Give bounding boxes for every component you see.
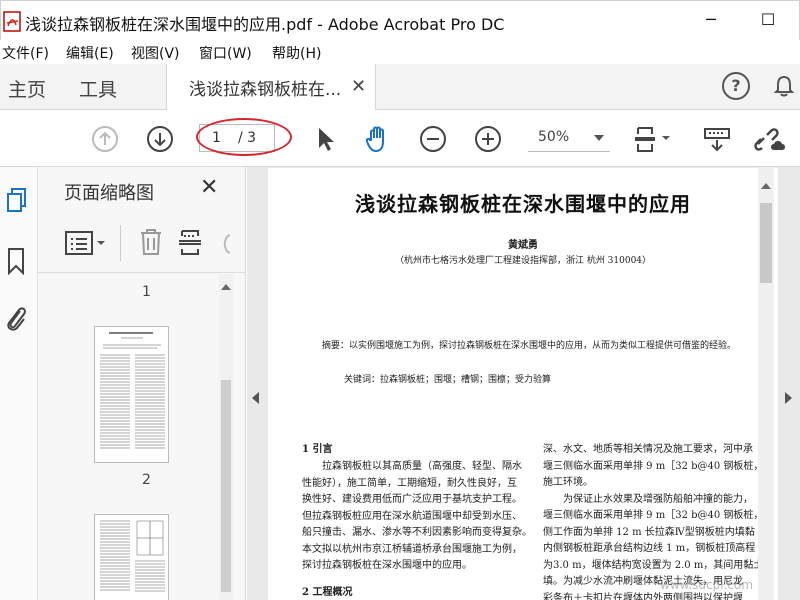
- tab-bar: 主页 工具 ?: [0, 64, 800, 110]
- separator: [120, 225, 121, 261]
- page-thumbnails-icon[interactable]: [5, 187, 29, 215]
- menu-help[interactable]: 帮助(H): [272, 43, 321, 63]
- paper-keywords: 关键词：拉森钢板桩；围堰；槽钢；围檩；受力验算: [344, 375, 552, 385]
- paper-author: 黄斌勇: [508, 240, 538, 251]
- toolbar: [0, 110, 800, 167]
- chevron-down-icon: [594, 135, 604, 141]
- paragraph-line: 性能好），施工简单，工期缩短，耐久性良好，互: [302, 477, 517, 489]
- left-rail: [0, 167, 38, 600]
- zoom-in-icon[interactable]: [473, 124, 503, 154]
- menu-file[interactable]: 文件(F): [2, 43, 49, 63]
- paragraph-line: 为保证止水效果及增强防船舶冲撞的能力，: [563, 493, 753, 505]
- paragraph-line: 探讨拉森钢板桩在深水围堰中的应用。: [302, 560, 472, 571]
- tab-tools[interactable]: 工具: [79, 75, 117, 102]
- thumbnail-label-2: 2: [142, 472, 151, 488]
- page-fit-icon[interactable]: [634, 124, 678, 154]
- paragraph-line: 换性好、建设费用低而广泛应用于基坑支护工程。: [302, 494, 522, 505]
- hand-tool-icon[interactable]: [363, 124, 393, 154]
- right-column: 深、水文、地质等相关情况及施工要求，河中承 堰三侧临水面采用单排 9 m［32 …: [543, 442, 778, 600]
- thumbnail-scrollbar[interactable]: [219, 274, 233, 600]
- paragraph-line: 深、水文、地质等相关情况及施工要求，河中承: [543, 444, 753, 455]
- section-heading-1: 1 引言: [302, 444, 333, 455]
- paragraph-line: 堰三侧临水面采用单排 9 m［32 b@40 钢板桩，: [543, 510, 764, 521]
- document-scrollbar[interactable]: [758, 167, 774, 600]
- panel-title: 页面缩略图: [64, 183, 154, 204]
- menu-edit[interactable]: 编辑(E): [66, 43, 114, 63]
- paragraph-line: 船只撞击、漏水、渗水等不利因素影响而变得复杂。: [302, 527, 532, 538]
- thumbnail-list: 1 2: [38, 274, 238, 600]
- tab-home[interactable]: 主页: [8, 75, 46, 102]
- paragraph-line: 但拉森钢板桩应用在深水航道围堰中却受到水压、: [302, 510, 522, 522]
- link-cloud-icon[interactable]: [752, 124, 788, 154]
- page-thumbnail-1[interactable]: [94, 326, 169, 463]
- zoom-out-icon[interactable]: [418, 124, 448, 154]
- help-icon[interactable]: ?: [722, 72, 750, 100]
- paragraph-line: 内侧钢板桩距承台结构边线 1 m，钢板桩顶高程: [543, 543, 756, 554]
- bell-icon[interactable]: [773, 74, 795, 98]
- maximize-button[interactable]: ☐: [753, 7, 783, 33]
- previous-page-icon[interactable]: [90, 124, 120, 154]
- title-bar: 浅谈拉森钢板桩在深水围堰中的应用.pdf - Adobe Acrobat Pro…: [0, 0, 800, 40]
- next-page-icon[interactable]: [145, 124, 175, 154]
- scroll-thumb[interactable]: [221, 380, 231, 592]
- watermark: www.sdcpl.com: [660, 578, 754, 592]
- tab-document[interactable]: 浅谈拉森钢板桩在... ✕: [166, 64, 376, 111]
- paper-affiliation: （杭州市七格污水处理厂工程建设指挥部，浙江 杭州 310004）: [394, 256, 652, 266]
- select-cursor-icon[interactable]: [310, 124, 340, 154]
- paper-title: 浅谈拉森钢板桩在深水围堰中的应用: [355, 192, 691, 216]
- paragraph-line: 施工环境。: [543, 477, 593, 488]
- paragraph-line: 拉森钢板桩以其高质量（高强度、轻型、隔水: [322, 461, 522, 472]
- thumbnail-panel: 页面缩略图 ✕ 1 2: [38, 167, 246, 600]
- bookmark-icon[interactable]: [6, 247, 26, 276]
- keyboard-input-icon[interactable]: [702, 124, 732, 154]
- scroll-up-icon[interactable]: [221, 284, 231, 290]
- delete-page-icon[interactable]: [138, 227, 164, 257]
- panel-tools: [38, 217, 246, 273]
- menu-window[interactable]: 窗口(W): [199, 43, 252, 63]
- collapse-left-icon[interactable]: [252, 392, 259, 404]
- acrobat-app-icon: [3, 10, 23, 32]
- pdf-page: 浅谈拉森钢板桩在深水围堰中的应用 黄斌勇 （杭州市七格污水处理厂工程建设指挥部，…: [268, 168, 778, 600]
- options-menu-icon[interactable]: [64, 229, 112, 257]
- attachment-icon[interactable]: [4, 303, 28, 333]
- rotate-page-icon[interactable]: [220, 231, 232, 257]
- zoom-value: 50%: [538, 129, 570, 145]
- tab-document-label: 浅谈拉森钢板桩在...: [189, 80, 342, 100]
- expand-right-icon[interactable]: [785, 392, 792, 404]
- menu-view[interactable]: 视图(V): [131, 43, 180, 63]
- section-heading-2: 2 工程概况: [302, 587, 353, 598]
- close-panel-button[interactable]: ✕: [200, 175, 218, 200]
- paper-abstract: 摘要：以实例围堰施工为例，探讨拉森钢板桩在深水围堰中的应用，从而为类似工程提供可…: [322, 341, 737, 351]
- thumbnail-label-1: 1: [142, 284, 151, 300]
- scroll-up-icon[interactable]: [761, 183, 771, 189]
- minimize-button[interactable]: ─: [696, 7, 726, 33]
- left-column: 拉森钢板桩以其高质量（高强度、轻型、隔水 性能好），施工简单，工期缩短，耐久性良…: [302, 459, 536, 575]
- paragraph-line: 本文拟以杭州市京江桥辅道桥承台围堰施工为例，: [302, 543, 522, 555]
- red-annotation-circle: [196, 118, 292, 156]
- paragraph-line: 侧工作面为单排 12 m 长拉森Ⅳ型钢板桩内填黏: [543, 526, 755, 538]
- scroll-thumb[interactable]: [760, 203, 772, 283]
- paragraph-line: 堰三侧临水面采用单排 9 m［32 b@40 钢板桩，: [543, 460, 764, 472]
- zoom-select[interactable]: 50%: [528, 124, 610, 152]
- page-thumbnail-2[interactable]: [94, 514, 169, 600]
- window-title: 浅谈拉森钢板桩在深水围堰中的应用.pdf - Adobe Acrobat Pro…: [25, 15, 505, 34]
- paragraph-line: 为3.0 m，堰体结构宽设置为 2.0 m，其间用黏土: [543, 559, 764, 571]
- menu-bar: 文件(F) 编辑(E) 视图(V) 窗口(W) 帮助(H): [0, 40, 800, 64]
- close-tab-icon[interactable]: ✕: [351, 76, 366, 97]
- extract-page-icon[interactable]: [178, 227, 206, 257]
